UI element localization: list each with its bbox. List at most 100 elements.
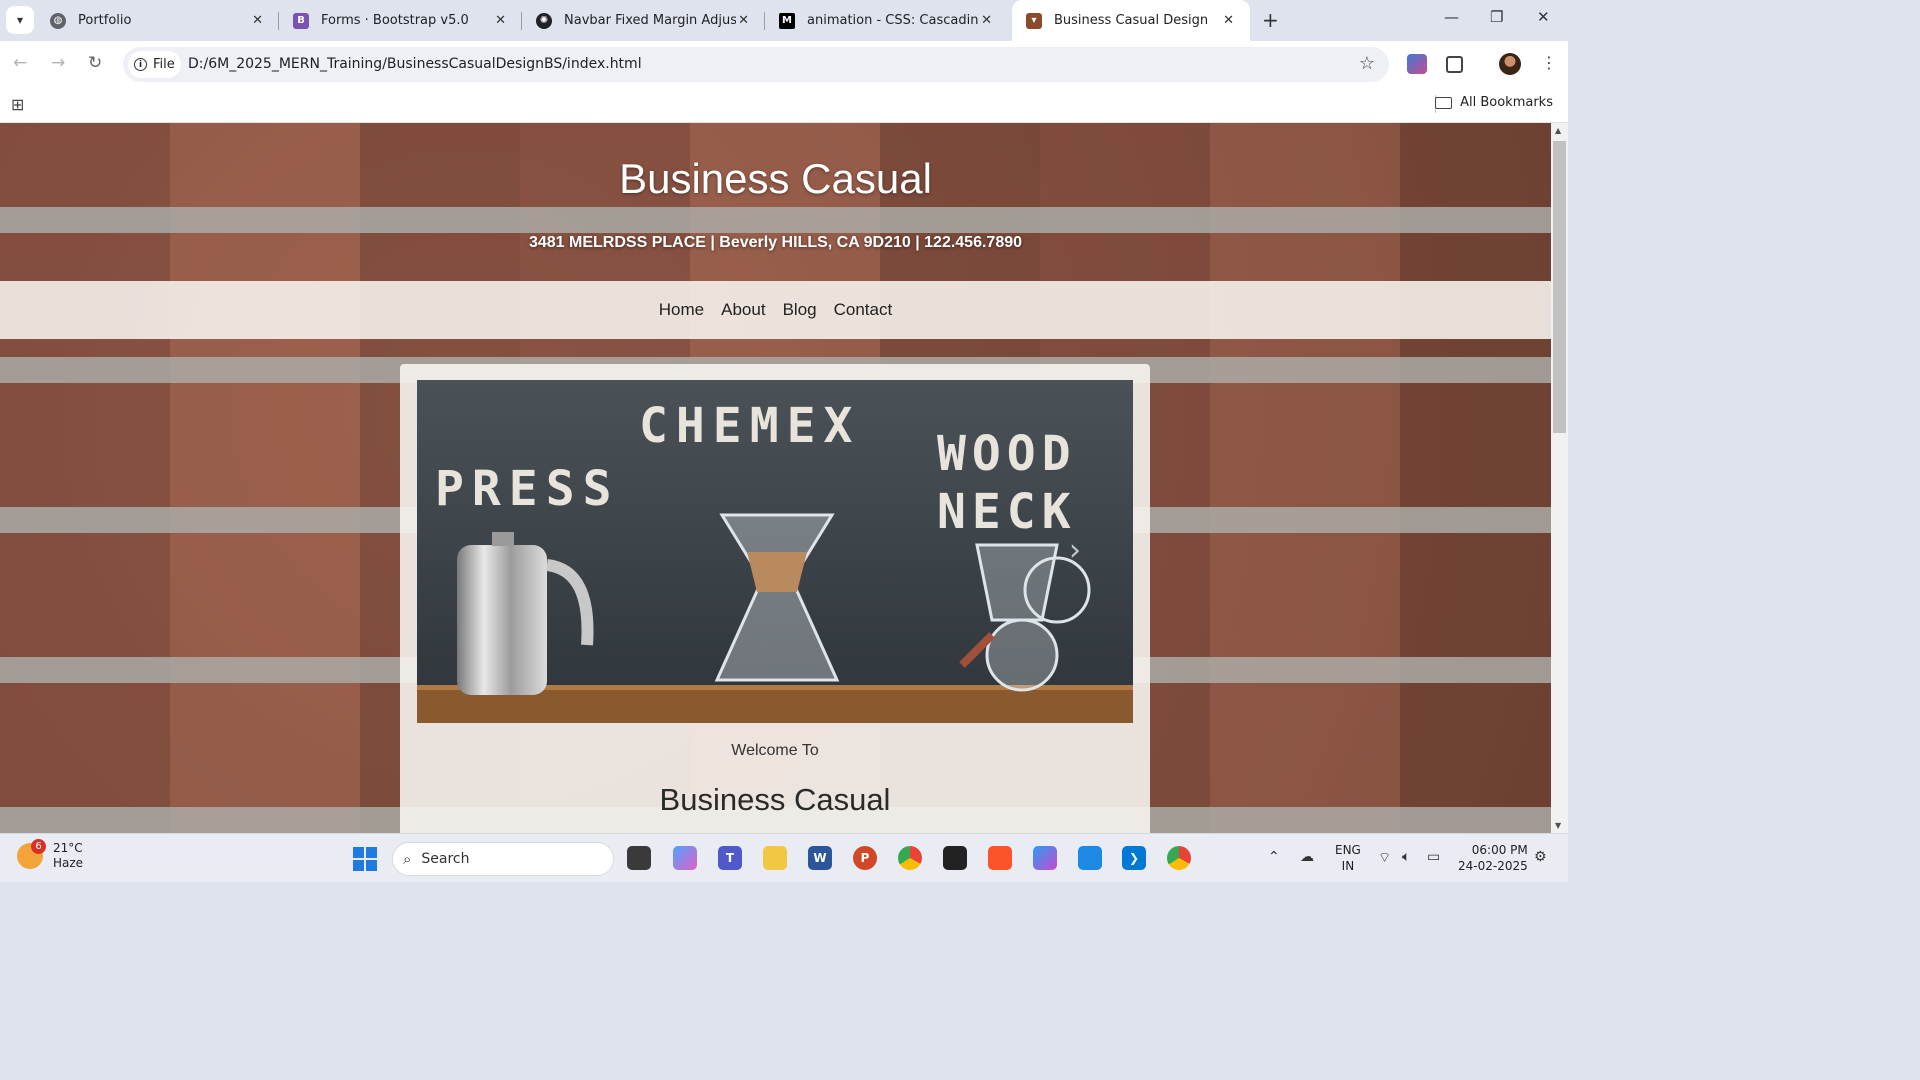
weather-icon: 6 (17, 839, 46, 869)
hero-text-wood: WOOD (937, 426, 1077, 482)
bookmark-star-icon[interactable]: ☆ (1359, 53, 1375, 74)
close-icon[interactable]: ✕ (1223, 13, 1234, 28)
intro-card: PRESS CHEMEX WOOD NECK › Welcome To Busi… (400, 364, 1150, 833)
close-icon[interactable]: ✕ (495, 13, 506, 28)
mdn-icon: M (779, 12, 795, 29)
bootstrap-icon: B (293, 12, 309, 29)
language-indicator[interactable]: ENG IN (1335, 842, 1361, 874)
windows-start-icon[interactable] (353, 847, 377, 871)
close-icon[interactable]: ✕ (252, 13, 263, 28)
site-address: 3481 MELRDSS PLACE | Beverly HILLS, CA 9… (528, 234, 1023, 251)
lang-top: ENG (1335, 843, 1361, 857)
notepad-icon[interactable] (1078, 846, 1102, 870)
address-bar[interactable]: i File D:/6M_2025_MERN_Training/Business… (123, 47, 1389, 82)
onedrive-icon[interactable]: ☁ (1300, 849, 1314, 865)
menu-kebab-icon[interactable]: ⋮ (1541, 53, 1557, 72)
tab-portfolio[interactable]: ◍ Portfolio ✕ (36, 0, 279, 41)
notification-icon[interactable]: ⚙ (1534, 849, 1547, 865)
back-arrow-icon[interactable]: ← (13, 53, 27, 73)
weather-temp: 21°C (53, 841, 83, 855)
welcome-text: Welcome To (731, 742, 819, 759)
nav-link-about[interactable]: About (721, 300, 765, 320)
forward-arrow-icon[interactable]: → (51, 53, 65, 73)
tab-mdn-animation[interactable]: M animation - CSS: Cascading Styl ✕ (765, 0, 1008, 41)
chrome-active-icon[interactable] (1167, 846, 1191, 870)
site-info-chip[interactable]: i File (128, 51, 181, 78)
file-explorer-icon[interactable] (763, 846, 787, 870)
coffee-equipment-illustration: PRESS CHEMEX WOOD NECK › (417, 380, 1133, 723)
chevron-down-icon: ▾ (16, 13, 24, 27)
reload-icon[interactable]: ↻ (88, 53, 102, 73)
url-text[interactable]: D:/6M_2025_MERN_Training/BusinessCasualD… (188, 56, 642, 72)
browser-toolbar: ← → ↻ i File D:/6M_2025_MERN_Training/Bu… (0, 41, 1568, 87)
hero-text-neck: NECK (937, 484, 1077, 540)
search-icon: ⌕ (403, 850, 412, 868)
new-tab-button[interactable]: + (1262, 8, 1279, 32)
page-scrollbar[interactable]: ▲ ▼ (1551, 123, 1568, 833)
clock[interactable]: 06:00 PM 24-02-2025 (1458, 842, 1528, 874)
tab-title: animation - CSS: Cascading Styl (807, 13, 979, 28)
openai-icon: ✺ (536, 12, 552, 29)
restore-icon[interactable]: ❐ (1490, 8, 1503, 26)
brave-icon[interactable] (988, 846, 1012, 870)
clock-time: 06:00 PM (1471, 843, 1528, 857)
globe-icon: ◍ (50, 12, 66, 29)
nav-link-home[interactable]: Home (659, 300, 704, 320)
task-view-icon[interactable] (627, 846, 651, 870)
nav-link-blog[interactable]: Blog (783, 300, 817, 320)
info-icon: i (134, 58, 147, 71)
copilot-icon[interactable] (673, 846, 697, 870)
tab-business-casual[interactable]: ▾ Business Casual Design ✕ (1012, 0, 1250, 41)
tab-search-button[interactable]: ▾ (6, 6, 34, 34)
taskbar-search-label: Search (421, 851, 470, 867)
word-icon[interactable]: W (808, 846, 832, 870)
page-viewport: Business Casual 3481 MELRDSS PLACE | Bev… (0, 123, 1551, 833)
scroll-up-icon[interactable]: ▲ (1555, 126, 1561, 135)
battery-icon[interactable]: ▭ (1427, 849, 1440, 865)
folder-icon (1435, 96, 1453, 109)
chrome-icon[interactable] (898, 846, 922, 870)
sticky-notes-icon[interactable] (943, 846, 967, 870)
tab-title: Portfolio (78, 13, 132, 28)
hero-image: PRESS CHEMEX WOOD NECK › (417, 380, 1133, 723)
vscode-icon[interactable]: ❯ (1122, 846, 1146, 870)
nav-link-contact[interactable]: Contact (834, 300, 893, 320)
tab-title: Business Casual Design (1054, 13, 1209, 28)
tab-strip: ▾ ◍ Portfolio ✕ B Forms · Bootstrap v5.0… (0, 0, 1568, 41)
bookmarks-bar: ⊞ All Bookmarks (0, 87, 1568, 123)
avatar[interactable] (1499, 53, 1521, 75)
m365-icon[interactable] (1033, 846, 1057, 870)
lang-bottom: IN (1341, 859, 1355, 873)
intro-heading: Business Casual (659, 782, 891, 817)
window-close-icon[interactable]: ✕ (1537, 8, 1550, 26)
tab-bootstrap-forms[interactable]: B Forms · Bootstrap v5.0 ✕ (279, 0, 522, 41)
carousel-next-icon[interactable]: › (1069, 533, 1081, 568)
site-nav: Home About Blog Contact (0, 281, 1551, 339)
taskbar-search[interactable]: ⌕ Search (392, 842, 614, 876)
tab-navbar-fixed[interactable]: ✺ Navbar Fixed Margin Adjust ✕ (522, 0, 765, 41)
chevron-up-icon[interactable]: ⌃ (1268, 849, 1280, 865)
close-icon[interactable]: ✕ (981, 13, 992, 28)
scrollbar-thumb[interactable] (1553, 141, 1566, 433)
scroll-down-icon[interactable]: ▼ (1555, 821, 1561, 830)
site-title: Business Casual (619, 155, 932, 202)
close-icon[interactable]: ✕ (738, 13, 749, 28)
weather-widget[interactable]: 6 21°C Haze (17, 839, 84, 871)
all-bookmarks-label: All Bookmarks (1460, 95, 1553, 110)
powerpoint-icon[interactable]: P (853, 846, 877, 870)
volume-icon[interactable]: 🔈︎ (1402, 849, 1410, 865)
apps-grid-icon[interactable]: ⊞ (11, 95, 24, 114)
minimize-icon[interactable]: — (1444, 8, 1459, 26)
extension-icon[interactable] (1407, 54, 1427, 74)
scheme-label: File (153, 57, 175, 72)
weather-condition: Haze (53, 856, 84, 870)
tab-title: Forms · Bootstrap v5.0 (321, 13, 469, 28)
taskbar: 6 21°C Haze ⌕ Search T W P ❯ ⌃ ☁ ENG IN … (0, 833, 1568, 882)
all-bookmarks-button[interactable]: All Bookmarks (1435, 95, 1553, 110)
wifi-icon[interactable]: ⌔ (1378, 849, 1391, 867)
hero-text-chemex: CHEMEX (639, 398, 860, 454)
hero-text-press: PRESS (435, 461, 620, 517)
clock-date: 24-02-2025 (1458, 859, 1528, 873)
teams-icon[interactable]: T (718, 846, 742, 870)
puzzle-icon[interactable] (1446, 56, 1463, 73)
